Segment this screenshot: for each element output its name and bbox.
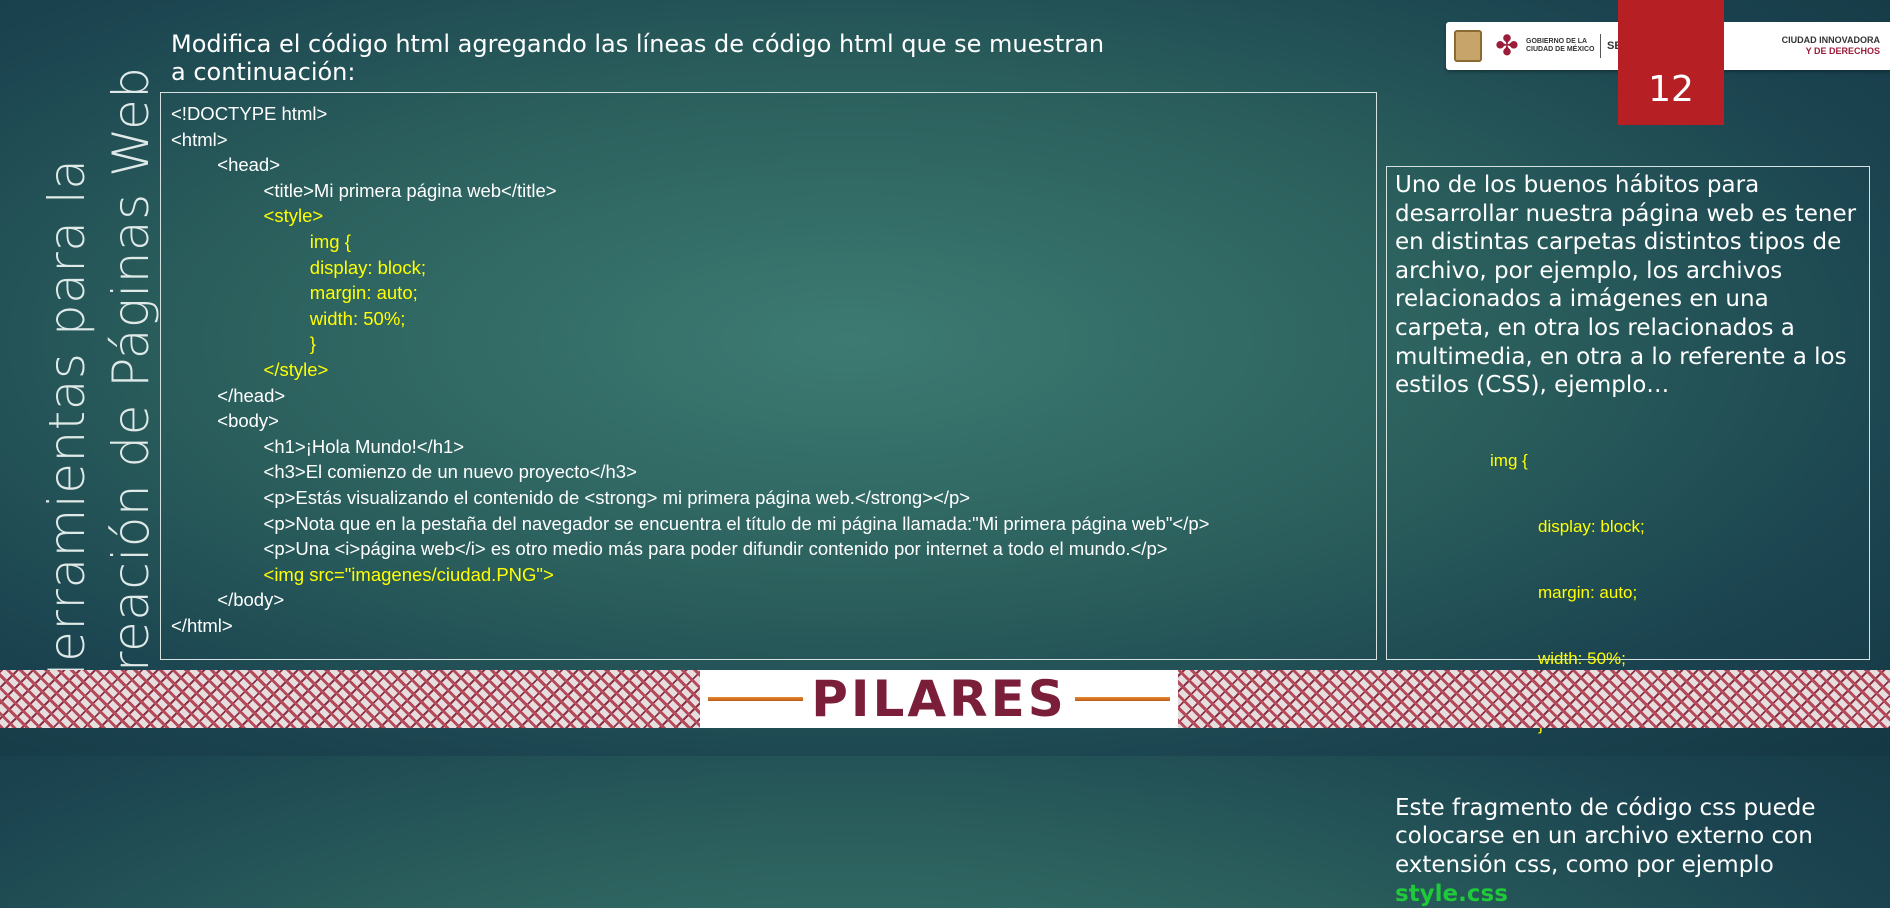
cdmx-logo-icon: ✤: [1495, 29, 1519, 62]
tip-panel: Uno de los buenos hábitos para desarroll…: [1386, 166, 1870, 907]
logo-divider: [1600, 34, 1601, 58]
css-declaration: width: 50%;: [1538, 648, 1626, 668]
code-line: <p>Nota que en la pestaña del navegador …: [171, 512, 1210, 534]
vertical-slide-title: Herramientas para la creación de Páginas…: [35, 0, 165, 700]
pilares-line-right: [1074, 697, 1171, 701]
tip-paragraph: Uno de los buenos hábitos para desarroll…: [1395, 172, 1857, 399]
title-line-2: creación de Páginas Web: [102, 66, 160, 700]
ciudad-line-2: Y DE DERECHOS: [1805, 46, 1880, 56]
code-line: <html>: [171, 128, 228, 150]
gov-label: GOBIERNO DE LA CIUDAD DE MÉXICO: [1526, 38, 1595, 53]
code-line-highlighted: </style>: [171, 358, 329, 380]
css-declaration: margin: auto;: [1538, 582, 1638, 602]
code-line-highlighted: img {: [171, 230, 351, 252]
code-line: <!DOCTYPE html>: [171, 103, 328, 124]
code-line: </head>: [171, 384, 286, 406]
tip-paragraph-2: Este fragmento de código css puede coloc…: [1395, 794, 1816, 878]
code-line: <h1>¡Hola Mundo!</h1>: [171, 435, 465, 457]
code-box: <!DOCTYPE html> <html> <head> <title>Mi …: [160, 92, 1377, 660]
page-number-tab: 12: [1618, 0, 1724, 125]
title-line-1: Herramientas para la: [38, 158, 96, 700]
code-line: </body>: [171, 589, 285, 611]
code-line: </html>: [171, 614, 233, 636]
pilares-line-left: [708, 697, 804, 701]
code-line-highlighted: <img src="imagenes/ciudad.PNG">: [171, 563, 554, 585]
code-line: <p>Estás visualizando el contenido de <s…: [171, 486, 971, 508]
code-line: <body>: [171, 410, 279, 432]
pilares-wordmark: PILARES: [811, 670, 1067, 728]
code-line: <title>Mi primera página web</title>: [171, 179, 557, 201]
page-number: 12: [1648, 69, 1694, 110]
css-declaration: display: block;: [1538, 516, 1645, 536]
code-line-highlighted: <style>: [171, 205, 324, 227]
file-name: style.css: [1395, 880, 1508, 907]
pilares-logo: PILARES: [700, 670, 1178, 728]
instruction-line-2: a continuación:: [171, 58, 356, 86]
code-line-highlighted: display: block;: [171, 256, 426, 278]
code-line: <p>Una <i>página web</i> es otro medio m…: [171, 538, 1168, 560]
code-line-highlighted: width: 50%;: [171, 307, 406, 329]
instruction-line-1: Modifica el código html agregando las lí…: [171, 30, 1105, 58]
code-line-highlighted: margin: auto;: [171, 282, 418, 304]
ciudad-line-1: CIUDAD INNOVADORA: [1781, 35, 1880, 45]
code-line-highlighted: }: [171, 333, 316, 355]
coat-of-arms-icon: [1454, 30, 1482, 62]
code-line: <head>: [171, 154, 281, 176]
code-line: <h3>El comienzo de un nuevo proyecto</h3…: [171, 461, 637, 483]
ciudad-innovadora-label: CIUDAD INNOVADORA Y DE DERECHOS: [1782, 35, 1880, 57]
instruction-text: Modifica el código html agregando las lí…: [171, 30, 1131, 86]
css-selector: img {: [1490, 450, 1528, 470]
